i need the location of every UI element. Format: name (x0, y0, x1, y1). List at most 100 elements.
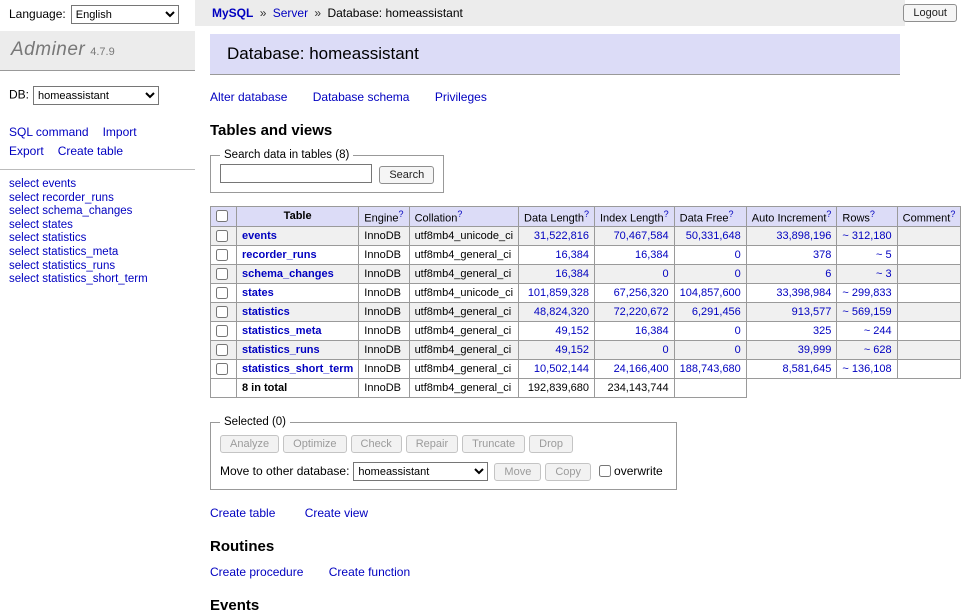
rows-count-link[interactable]: ~ 5 (876, 249, 892, 261)
move-to-database-label: Move to other database: (220, 464, 349, 478)
total-data-free (674, 379, 746, 398)
table-name-link[interactable]: recorder_runs (242, 249, 317, 261)
analyze-button[interactable]: Analyze (220, 435, 279, 453)
table-name-link[interactable]: statistics_runs (242, 344, 320, 356)
row-select-cell (211, 322, 237, 341)
col-header-rows: Rows? (837, 206, 897, 227)
create-view-link[interactable]: Create view (305, 506, 368, 520)
row-select-checkbox[interactable] (216, 306, 228, 318)
truncate-button[interactable]: Truncate (462, 435, 525, 453)
repair-button[interactable]: Repair (406, 435, 458, 453)
collation-cell: utf8mb4_unicode_ci (409, 227, 518, 246)
privileges-link[interactable]: Privileges (435, 90, 487, 104)
import-link[interactable]: Import (103, 125, 137, 139)
rows-count-link[interactable]: ~ 628 (864, 344, 892, 356)
create-function-link[interactable]: Create function (329, 565, 410, 579)
data-length-cell: 31,522,816 (519, 227, 595, 246)
optimize-button[interactable]: Optimize (283, 435, 346, 453)
sidebar-table-link[interactable]: select schema_changes (9, 205, 186, 219)
alter-database-link[interactable]: Alter database (210, 90, 287, 104)
breadcrumb-server-link[interactable]: Server (273, 6, 308, 20)
rows-cell: ~ 5 (837, 246, 897, 265)
db-select[interactable]: homeassistant (33, 86, 159, 105)
table-name-link[interactable]: statistics (242, 306, 290, 318)
move-button[interactable]: Move (494, 463, 541, 481)
export-link[interactable]: Export (9, 144, 44, 158)
column-help-link[interactable]: ? (584, 209, 589, 219)
copy-button[interactable]: Copy (545, 463, 591, 481)
logout-button[interactable]: Logout (903, 4, 957, 22)
rows-count-link[interactable]: ~ 244 (864, 325, 892, 337)
select-all-cell (211, 206, 237, 227)
rows-cell: ~ 244 (837, 322, 897, 341)
column-help-link[interactable]: ? (870, 209, 875, 219)
table-name-link[interactable]: events (242, 230, 277, 242)
column-help-link[interactable]: ? (457, 209, 462, 219)
auto-increment-cell: 33,398,984 (746, 284, 837, 303)
rows-count-link[interactable]: ~ 3 (876, 268, 892, 280)
sidebar-table-link[interactable]: select statistics_runs (9, 260, 186, 274)
col-header-engine: Engine? (359, 206, 409, 227)
adminer-brand: Adminer (11, 39, 85, 60)
column-help-link[interactable]: ? (399, 209, 404, 219)
overwrite-option[interactable]: overwrite (599, 464, 667, 478)
rows-count-link[interactable]: ~ 569,159 (842, 306, 891, 318)
row-select-cell (211, 360, 237, 379)
breadcrumb-current: Database: homeassistant (327, 6, 462, 20)
rows-count-link[interactable]: ~ 136,108 (842, 363, 891, 375)
engine-cell: InnoDB (359, 246, 409, 265)
breadcrumb-mysql-link[interactable]: MySQL (212, 6, 253, 20)
select-all-checkbox[interactable] (216, 210, 228, 222)
column-help-link[interactable]: ? (664, 209, 669, 219)
sidebar-table-link[interactable]: select recorder_runs (9, 192, 186, 206)
col-header-index-length: Index Length? (594, 206, 674, 227)
sql-command-link[interactable]: SQL command (9, 125, 89, 139)
database-schema-link[interactable]: Database schema (313, 90, 410, 104)
column-help-link[interactable]: ? (950, 209, 955, 219)
create-procedure-link[interactable]: Create procedure (210, 565, 303, 579)
column-help-link[interactable]: ? (729, 209, 734, 219)
drop-button[interactable]: Drop (529, 435, 573, 453)
auto-increment-cell: 325 (746, 322, 837, 341)
data-free-cell: 6,291,456 (674, 303, 746, 322)
total-spacer (897, 379, 961, 398)
move-db-select[interactable]: homeassistant (353, 462, 488, 481)
selected-buttons: AnalyzeOptimize CheckRepairTruncateDrop (220, 435, 667, 453)
total-collation: utf8mb4_general_ci (409, 379, 518, 398)
language-select[interactable]: English (71, 5, 179, 24)
search-button[interactable]: Search (379, 166, 434, 184)
sidebar-table-link[interactable]: select statistics_meta (9, 246, 186, 260)
engine-cell: InnoDB (359, 360, 409, 379)
create-table-link[interactable]: Create table (210, 506, 275, 520)
row-select-checkbox[interactable] (216, 230, 228, 242)
table-name-link[interactable]: states (242, 287, 274, 299)
breadcrumb-separator: » (260, 6, 267, 20)
comment-cell (897, 246, 961, 265)
create-table-link-sidebar[interactable]: Create table (58, 144, 123, 158)
sidebar-table-list: select eventsselect recorder_runsselect … (9, 178, 186, 287)
overwrite-checkbox[interactable] (599, 465, 611, 477)
row-select-checkbox[interactable] (216, 344, 228, 356)
data-length-cell: 48,824,320 (519, 303, 595, 322)
row-select-checkbox[interactable] (216, 268, 228, 280)
sidebar-table-link[interactable]: select states (9, 219, 186, 233)
table-name-link[interactable]: statistics_meta (242, 325, 322, 337)
row-select-checkbox[interactable] (216, 363, 228, 375)
search-input[interactable] (220, 164, 372, 183)
rows-count-link[interactable]: ~ 299,833 (842, 287, 891, 299)
sidebar-table-link[interactable]: select events (9, 178, 186, 192)
sidebar-table-link[interactable]: select statistics_short_term (9, 273, 186, 287)
table-name-link[interactable]: schema_changes (242, 268, 334, 280)
row-select-checkbox[interactable] (216, 249, 228, 261)
data-length-cell: 49,152 (519, 341, 595, 360)
column-help-link[interactable]: ? (826, 209, 831, 219)
table-name-link[interactable]: statistics_short_term (242, 363, 353, 375)
col-header-auto-increment: Auto Increment? (746, 206, 837, 227)
col-header-data-free: Data Free? (674, 206, 746, 227)
row-select-checkbox[interactable] (216, 287, 228, 299)
row-select-checkbox[interactable] (216, 325, 228, 337)
sidebar-table-link[interactable]: select statistics (9, 232, 186, 246)
rows-count-link[interactable]: ~ 312,180 (842, 230, 891, 242)
check-button[interactable]: Check (351, 435, 402, 453)
index-length-cell: 70,467,584 (594, 227, 674, 246)
